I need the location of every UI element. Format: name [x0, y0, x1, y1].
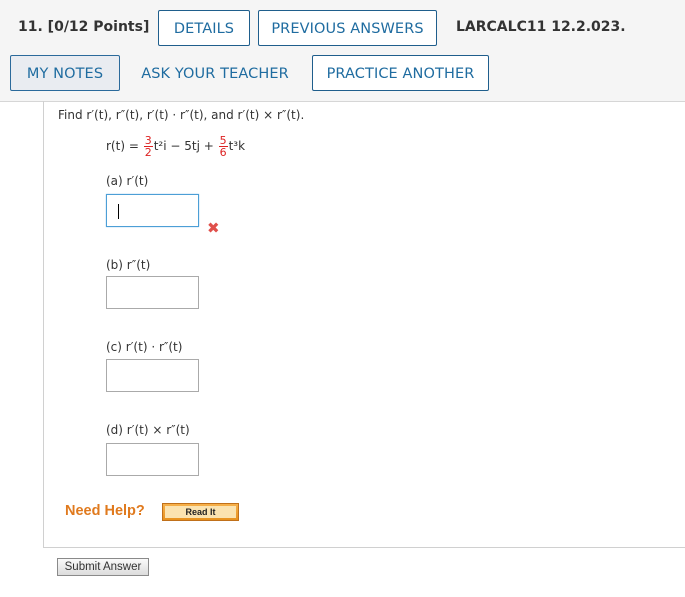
text-cursor: [118, 204, 119, 219]
need-help-label: Need Help?: [65, 503, 145, 519]
term-one: t²i − 5tj +: [153, 139, 218, 153]
read-it-button[interactable]: Read It: [162, 503, 239, 521]
r-label: r(t) =: [106, 139, 139, 153]
problem-prompt: Find r′(t), r″(t), r′(t) · r″(t), and r′…: [58, 108, 305, 122]
submit-answer-button[interactable]: Submit Answer: [57, 558, 149, 576]
fraction-denominator: 6: [219, 146, 227, 159]
part-a-label: (a) r′(t): [106, 174, 149, 188]
read-it-label: Read It: [165, 506, 236, 518]
details-button[interactable]: DETAILS: [158, 10, 250, 46]
incorrect-x-icon: ✖: [207, 219, 220, 237]
fraction-five-sixths: 5 6: [218, 135, 228, 159]
term-two: t³k: [228, 139, 246, 153]
practice-another-button[interactable]: PRACTICE ANOTHER: [312, 55, 489, 91]
question-body: [43, 101, 685, 548]
part-c-label: (c) r′(t) · r″(t): [106, 340, 183, 354]
my-notes-button[interactable]: MY NOTES: [10, 55, 120, 91]
part-d-label: (d) r′(t) × r″(t): [106, 423, 190, 437]
question-header: 11. [0/12 Points] DETAILS PREVIOUS ANSWE…: [0, 0, 685, 102]
question-number: 11. [0/12 Points]: [18, 19, 150, 35]
part-c-answer-input[interactable]: [106, 359, 199, 392]
part-b-label: (b) r″(t): [106, 258, 151, 272]
fraction-denominator: 2: [144, 146, 152, 159]
fraction-three-halves: 3 2: [143, 135, 153, 159]
part-d-answer-input[interactable]: [106, 443, 199, 476]
previous-answers-button[interactable]: PREVIOUS ANSWERS: [258, 10, 437, 46]
vector-function: r(t) = 3 2 t²i − 5tj + 5 6 t³k: [106, 135, 245, 158]
part-b-answer-input[interactable]: [106, 276, 199, 309]
part-a-answer-input[interactable]: [106, 194, 199, 227]
ask-your-teacher-button[interactable]: ASK YOUR TEACHER: [130, 55, 300, 91]
assignment-id: LARCALC11 12.2.023.: [456, 19, 626, 35]
